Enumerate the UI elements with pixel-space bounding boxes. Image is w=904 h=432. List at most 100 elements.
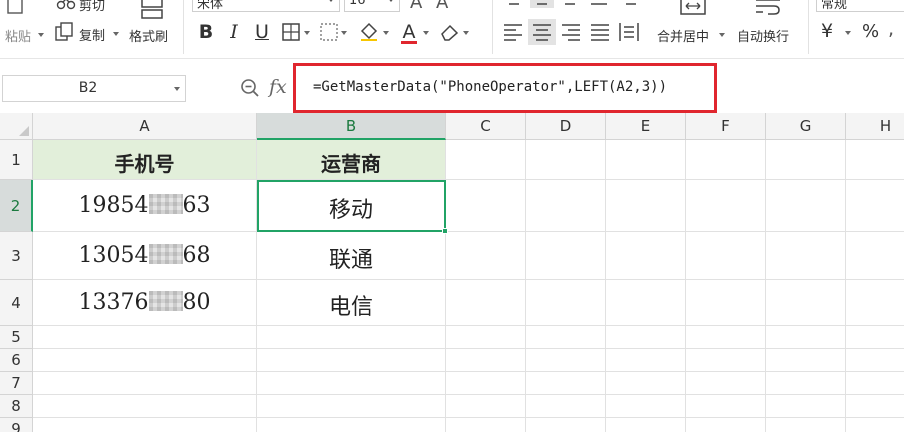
- wrap-text-button[interactable]: 自动换行: [737, 26, 789, 45]
- cell-e2[interactable]: [606, 180, 686, 232]
- indent-icon[interactable]: [618, 0, 638, 8]
- font-size-select[interactable]: 16: [344, 0, 400, 12]
- cell-d7[interactable]: [526, 372, 606, 395]
- cell-a6[interactable]: [33, 349, 257, 372]
- cell-a4[interactable]: 13376 80: [33, 280, 257, 326]
- cell-a3[interactable]: 13054 68: [33, 232, 257, 280]
- cell-d6[interactable]: [526, 349, 606, 372]
- cell-b7[interactable]: [257, 372, 446, 395]
- cell-b2[interactable]: 移动: [257, 180, 446, 232]
- cell-h6[interactable]: [846, 349, 904, 372]
- cell-c2[interactable]: [446, 180, 526, 232]
- cell-e8[interactable]: [606, 395, 686, 418]
- cell-d8[interactable]: [526, 395, 606, 418]
- cell-f1[interactable]: [686, 140, 766, 180]
- align-right-icon[interactable]: [560, 22, 582, 42]
- bold-button[interactable]: B: [196, 20, 216, 44]
- format-painter-button[interactable]: 格式刷: [129, 26, 168, 45]
- column-header-e[interactable]: E: [606, 113, 686, 140]
- cell-a1[interactable]: 手机号: [33, 140, 257, 180]
- align-left-icon[interactable]: [502, 22, 524, 42]
- column-header-b[interactable]: B: [257, 113, 446, 140]
- fill-color-icon[interactable]: [358, 20, 380, 42]
- align-middle-icon[interactable]: [530, 0, 554, 8]
- cell-d9[interactable]: [526, 418, 606, 432]
- row-header-4[interactable]: 4: [0, 280, 33, 326]
- justify-icon[interactable]: [589, 22, 611, 42]
- cell-h7[interactable]: [846, 372, 904, 395]
- cell-b1[interactable]: 运营商: [257, 140, 446, 180]
- cell-c5[interactable]: [446, 326, 526, 349]
- cell-d1[interactable]: [526, 140, 606, 180]
- row-header-5[interactable]: 5: [0, 326, 33, 349]
- cell-g7[interactable]: [766, 372, 846, 395]
- cell-a2[interactable]: 19854 63: [33, 180, 257, 232]
- cell-d3[interactable]: [526, 232, 606, 280]
- scissors-icon[interactable]: [56, 0, 76, 11]
- cell-b4[interactable]: 电信: [257, 280, 446, 326]
- cell-h4[interactable]: [846, 280, 904, 326]
- cell-g9[interactable]: [766, 418, 846, 432]
- font-name-select[interactable]: 宋体: [192, 0, 340, 12]
- cell-h9[interactable]: [846, 418, 904, 432]
- border-dropdown-icon[interactable]: [304, 31, 310, 35]
- cell-f3[interactable]: [686, 232, 766, 280]
- percent-button[interactable]: %: [862, 21, 879, 42]
- cell-f2[interactable]: [686, 180, 766, 232]
- cell-e4[interactable]: [606, 280, 686, 326]
- cell-g8[interactable]: [766, 395, 846, 418]
- paste-icon[interactable]: [6, 0, 24, 16]
- copy-button[interactable]: 复制: [79, 25, 105, 44]
- cell-d2[interactable]: [526, 180, 606, 232]
- cell-e6[interactable]: [606, 349, 686, 372]
- row-header-9[interactable]: 9: [0, 418, 33, 432]
- row-header-1[interactable]: 1: [0, 140, 33, 180]
- copy-icon[interactable]: [55, 22, 75, 42]
- cell-a8[interactable]: [33, 395, 257, 418]
- distributed-align-icon[interactable]: [618, 21, 640, 43]
- cell-b6[interactable]: [257, 349, 446, 372]
- cell-h8[interactable]: [846, 395, 904, 418]
- align-center-icon[interactable]: [528, 19, 556, 45]
- font-color-button[interactable]: A: [399, 20, 419, 44]
- cell-c9[interactable]: [446, 418, 526, 432]
- cell-c7[interactable]: [446, 372, 526, 395]
- cell-c8[interactable]: [446, 395, 526, 418]
- eraser-dropdown-icon[interactable]: [463, 31, 469, 35]
- cell-a9[interactable]: [33, 418, 257, 432]
- wrap-text-icon[interactable]: [754, 0, 782, 16]
- eraser-icon[interactable]: [439, 22, 461, 42]
- cell-h2[interactable]: [846, 180, 904, 232]
- cell-g2[interactable]: [766, 180, 846, 232]
- cell-c4[interactable]: [446, 280, 526, 326]
- format-painter-icon[interactable]: [140, 0, 164, 20]
- column-header-h[interactable]: H: [846, 113, 904, 140]
- cell-e7[interactable]: [606, 372, 686, 395]
- column-header-f[interactable]: F: [686, 113, 766, 140]
- paste-dropdown-icon[interactable]: [38, 33, 44, 37]
- cell-h5[interactable]: [846, 326, 904, 349]
- select-all-corner[interactable]: [0, 113, 33, 140]
- merge-dropdown-icon[interactable]: [719, 33, 725, 37]
- cell-g3[interactable]: [766, 232, 846, 280]
- cell-g4[interactable]: [766, 280, 846, 326]
- cell-a7[interactable]: [33, 372, 257, 395]
- row-header-2[interactable]: 2: [0, 180, 33, 232]
- fill-pattern-dropdown-icon[interactable]: [341, 31, 347, 35]
- cell-f7[interactable]: [686, 372, 766, 395]
- column-header-g[interactable]: G: [766, 113, 846, 140]
- fill-color-dropdown-icon[interactable]: [383, 31, 389, 35]
- cell-h1[interactable]: [846, 140, 904, 180]
- column-header-a[interactable]: A: [33, 113, 257, 140]
- cell-f5[interactable]: [686, 326, 766, 349]
- cell-e9[interactable]: [606, 418, 686, 432]
- text-direction-icon[interactable]: [589, 0, 609, 8]
- cell-f4[interactable]: [686, 280, 766, 326]
- number-format-select[interactable]: 常规: [816, 0, 904, 12]
- fill-pattern-icon[interactable]: [319, 22, 339, 42]
- cell-e5[interactable]: [606, 326, 686, 349]
- italic-button[interactable]: I: [224, 20, 244, 44]
- cell-d4[interactable]: [526, 280, 606, 326]
- align-bottom-icon[interactable]: [560, 0, 580, 8]
- border-icon[interactable]: [281, 22, 301, 42]
